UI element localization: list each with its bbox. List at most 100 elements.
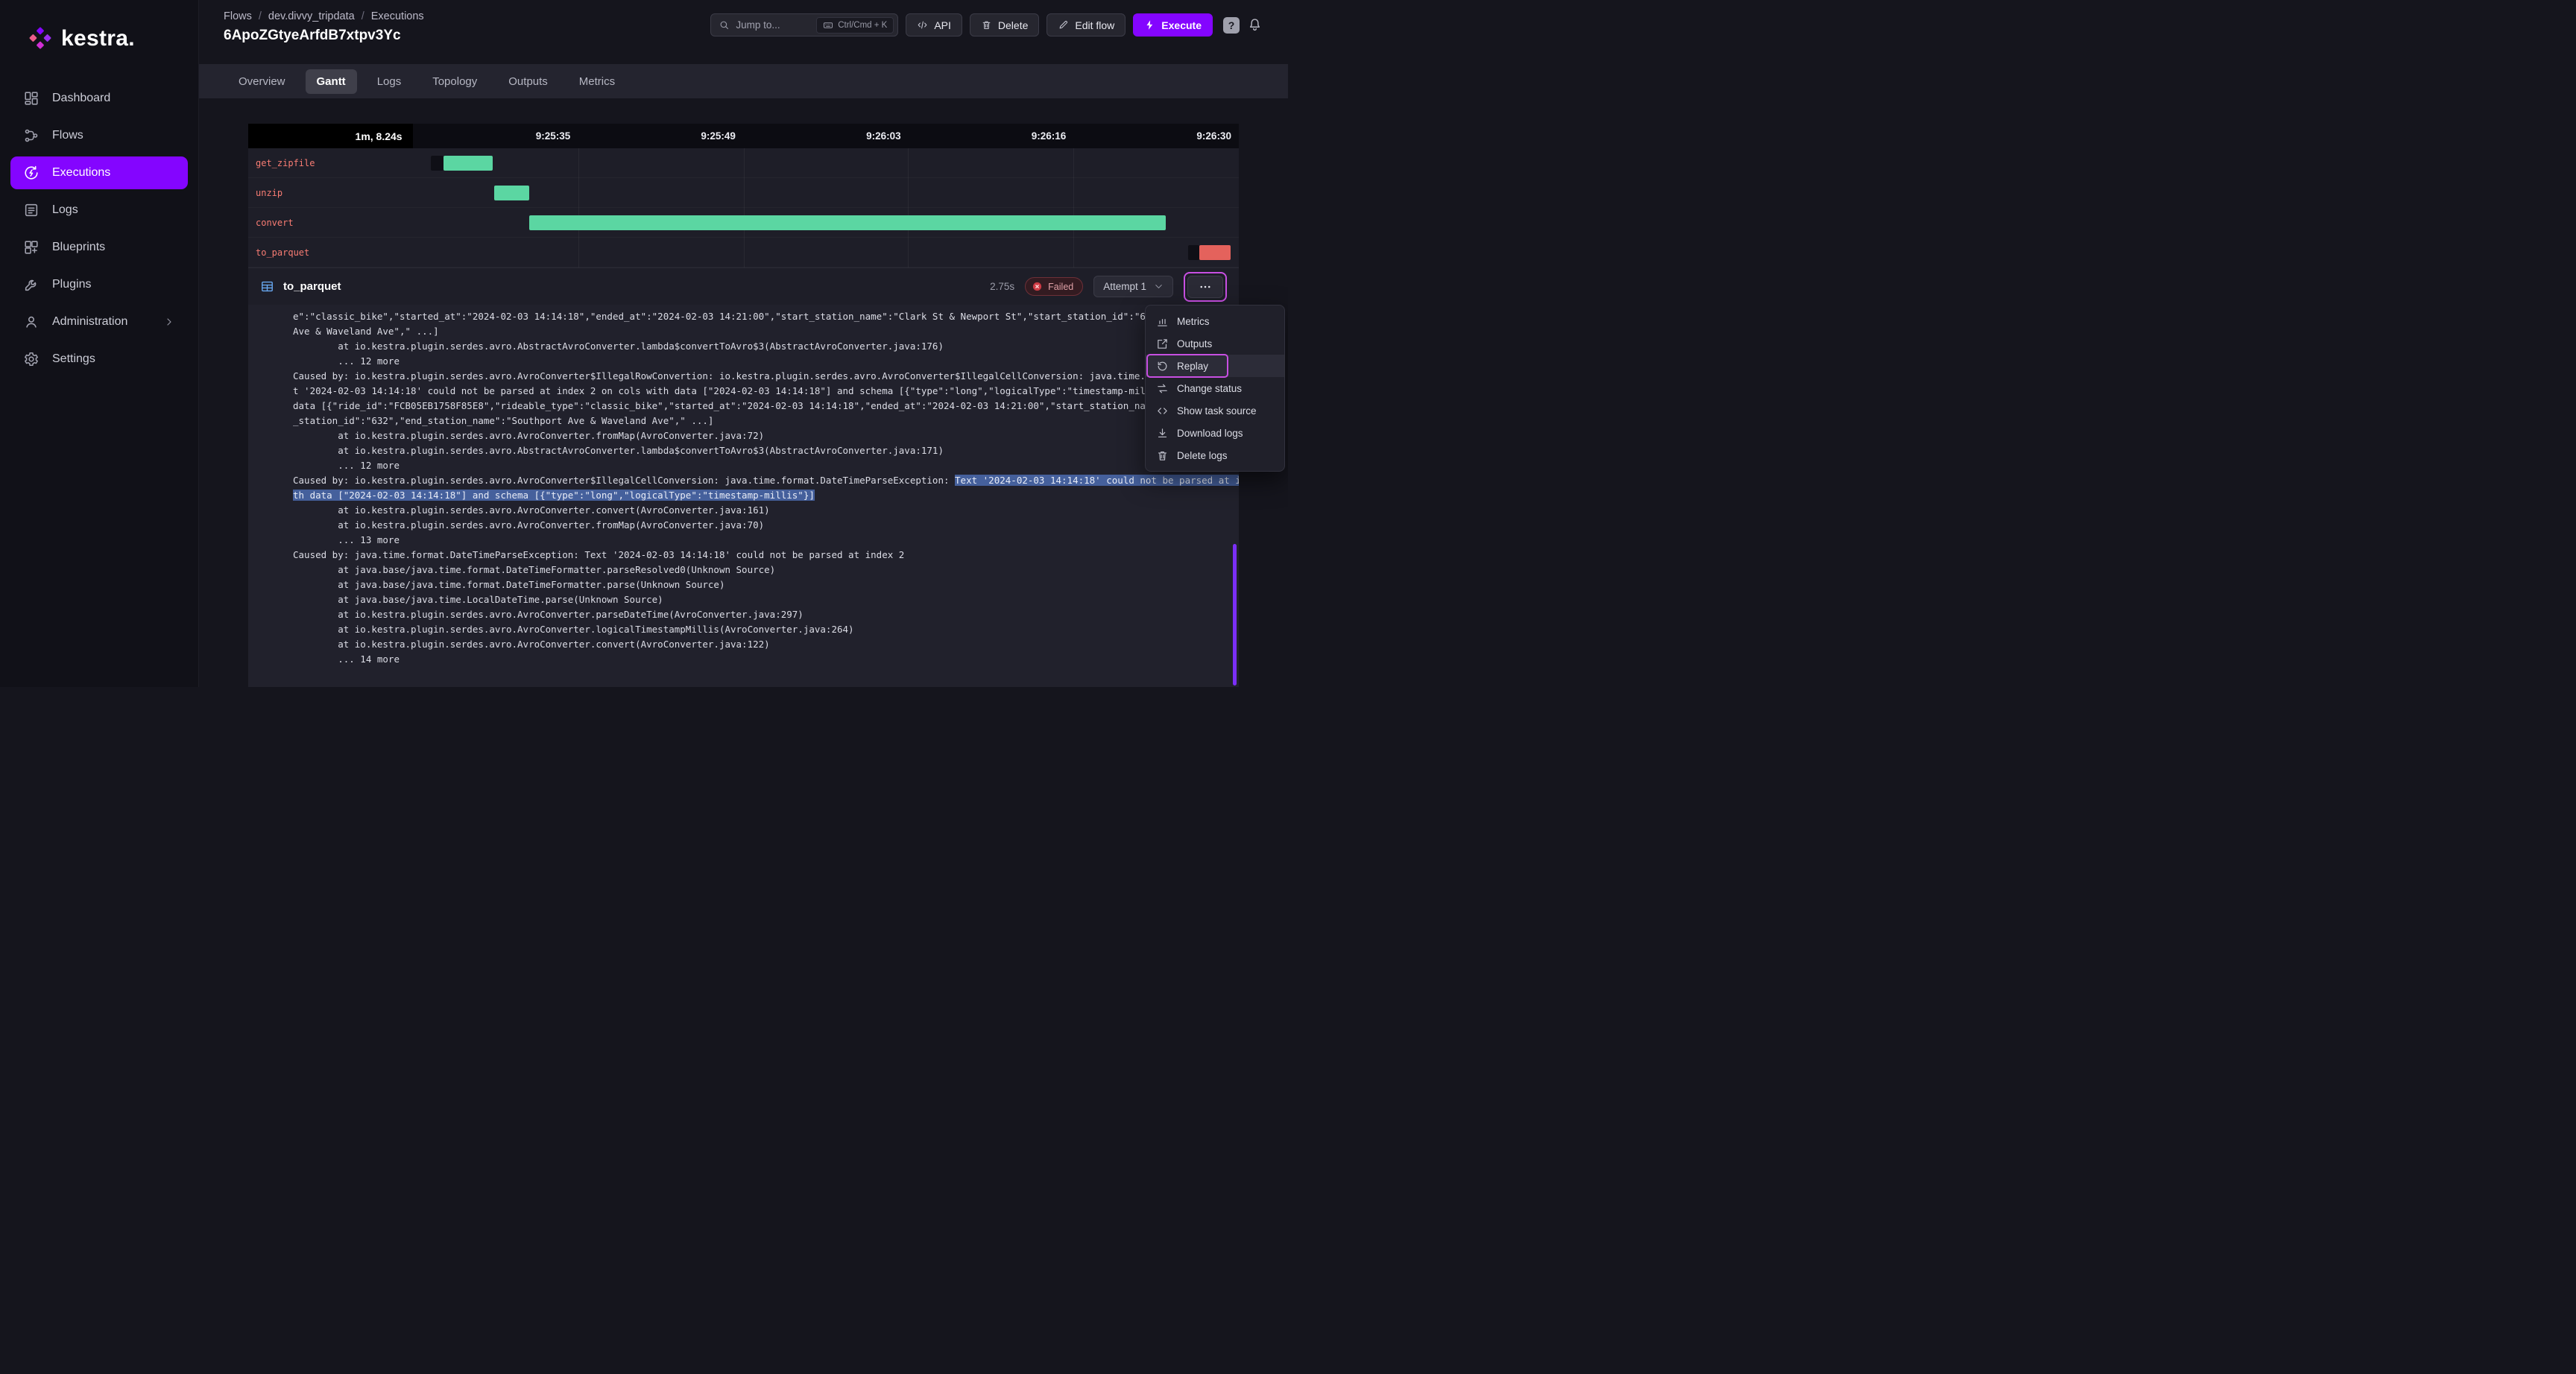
search-icon <box>719 19 730 31</box>
execute-button[interactable]: Execute <box>1133 13 1213 37</box>
log-line: at io.kestra.plugin.serdes.avro.AvroConv… <box>248 428 1239 443</box>
gantt-duration-label: 1m, 8.24s <box>248 124 413 148</box>
code-icon <box>1156 405 1169 417</box>
timeline-tick: 9:25:49 <box>578 124 743 148</box>
help-button[interactable]: ? <box>1223 17 1240 34</box>
api-button[interactable]: API <box>906 13 962 37</box>
menu-item-replay[interactable]: Replay <box>1146 355 1284 377</box>
tab-logs[interactable]: Logs <box>366 69 413 94</box>
gantt-row-convert[interactable]: convert <box>248 208 1239 238</box>
breadcrumb-separator: / <box>259 10 262 22</box>
bolt-icon <box>1144 19 1155 31</box>
sidebar-item-executions[interactable]: Executions <box>10 156 188 189</box>
topbar: Flows / dev.divvy_tripdata / Executions 6Apo… <box>199 0 1288 64</box>
gantt-row-unzip[interactable]: unzip <box>248 178 1239 208</box>
menu-item-metrics[interactable]: Metrics <box>1146 310 1284 332</box>
sidebar-item-label: Executions <box>52 166 110 180</box>
administration-icon <box>23 314 40 330</box>
log-line: Caused by: io.kestra.plugin.serdes.avro.… <box>248 473 1239 488</box>
sidebar-item-administration[interactable]: Administration <box>10 305 188 338</box>
gantt-bar-green[interactable] <box>443 156 493 171</box>
tab-gantt[interactable]: Gantt <box>306 69 357 94</box>
executions-icon <box>23 165 40 181</box>
annotation-box-more <box>1184 272 1227 302</box>
plugins-icon <box>23 276 40 293</box>
log-line: at io.kestra.plugin.serdes.avro.Abstract… <box>248 443 1239 458</box>
log-line: Caused by: java.time.format.DateTimePars… <box>248 548 1239 563</box>
outputs-icon <box>1156 338 1169 350</box>
gantt-bar-dark[interactable] <box>431 156 443 171</box>
sidebar: kestra. Dashboard Flows Executions Logs Blue… <box>0 0 199 687</box>
log-line: e":"classic_bike","started_at":"2024-02-… <box>248 309 1239 324</box>
sidebar-item-plugins[interactable]: Plugins <box>10 268 188 301</box>
failed-icon <box>1032 281 1043 292</box>
menu-item-outputs[interactable]: Outputs <box>1146 332 1284 355</box>
blueprints-icon <box>23 239 40 256</box>
logo[interactable]: kestra. <box>0 0 198 77</box>
kestra-logo-icon <box>28 27 52 51</box>
api-icon <box>917 19 928 31</box>
attempt-dropdown[interactable]: Attempt 1 <box>1093 276 1173 297</box>
menu-item-show-task-source[interactable]: Show task source <box>1146 399 1284 422</box>
timeline-tick: 9:26:30 <box>1073 124 1239 148</box>
sidebar-item-settings[interactable]: Settings <box>10 343 188 376</box>
log-line: ... 12 more <box>248 354 1239 369</box>
logo-text: kestra. <box>61 26 135 51</box>
task-name: to_parquet <box>283 280 341 293</box>
gantt-row-get-zipfile[interactable]: get_zipfile <box>248 148 1239 178</box>
tab-overview[interactable]: Overview <box>227 69 297 94</box>
breadcrumb-item-executions[interactable]: Executions <box>371 10 424 22</box>
sidebar-item-label: Administration <box>52 315 127 329</box>
jump-to-search[interactable]: Ctrl/Cmd + K <box>710 13 898 37</box>
status-badge: Failed <box>1025 277 1083 296</box>
gantt-timeline-header: 1m, 8.24s 9:25:359:25:499:26:039:26:169:… <box>248 124 1239 148</box>
search-input[interactable] <box>736 19 810 31</box>
breadcrumb-item-dev-divvy-tripdata[interactable]: dev.divvy_tripdata <box>268 10 355 22</box>
sidebar-item-flows[interactable]: Flows <box>10 119 188 152</box>
metrics-icon <box>1156 315 1169 328</box>
tab-outputs[interactable]: Outputs <box>497 69 559 94</box>
log-panel[interactable]: e":"classic_bike","started_at":"2024-02-… <box>248 305 1239 687</box>
log-line: at java.base/java.time.format.DateTimeFo… <box>248 563 1239 577</box>
menu-item-label: Change status <box>1177 383 1242 394</box>
tab-metrics[interactable]: Metrics <box>568 69 626 94</box>
menu-item-delete-logs[interactable]: Delete logs <box>1146 444 1284 466</box>
edit-flow-button[interactable]: Edit flow <box>1046 13 1126 37</box>
delete-button[interactable]: Delete <box>970 13 1039 37</box>
tab-topology[interactable]: Topology <box>421 69 488 94</box>
sidebar-item-logs[interactable]: Logs <box>10 194 188 227</box>
flows-icon <box>23 127 40 144</box>
gantt-row-to-parquet[interactable]: to_parquet <box>248 238 1239 267</box>
sidebar-item-label: Plugins <box>52 278 91 291</box>
trash-icon <box>981 19 992 31</box>
gantt-bar-green[interactable] <box>529 215 1165 230</box>
menu-item-label: Download logs <box>1177 428 1243 439</box>
change-status-icon <box>1156 382 1169 395</box>
dashboard-icon <box>23 90 40 107</box>
menu-item-change-status[interactable]: Change status <box>1146 377 1284 399</box>
sidebar-item-label: Settings <box>52 352 95 366</box>
log-line: _station_id":"632","end_station_name":"S… <box>248 414 1239 428</box>
task-more-button[interactable] <box>1187 276 1223 298</box>
menu-item-download-logs[interactable]: Download logs <box>1146 422 1284 444</box>
log-scrollbar[interactable] <box>1233 544 1237 686</box>
timeline-tick: 9:26:03 <box>743 124 909 148</box>
gantt-bar-dark[interactable] <box>1188 245 1199 260</box>
sidebar-item-dashboard[interactable]: Dashboard <box>10 82 188 115</box>
download-icon <box>1156 427 1169 440</box>
log-line: at io.kestra.plugin.serdes.avro.AvroConv… <box>248 518 1239 533</box>
page-title: 6ApoZGtyeArfdB7xtpv3Yc <box>224 28 424 44</box>
pencil-icon <box>1058 19 1069 31</box>
sidebar-item-label: Dashboard <box>52 92 110 105</box>
bell-icon[interactable] <box>1247 17 1263 33</box>
log-line: at io.kestra.plugin.serdes.avro.Abstract… <box>248 339 1239 354</box>
tabbar: Overview Gantt Logs Topology Outputs Metrics <box>199 64 1288 98</box>
log-line: at io.kestra.plugin.serdes.avro.AvroConv… <box>248 607 1239 622</box>
gantt-bar-green[interactable] <box>494 186 530 200</box>
sidebar-item-blueprints[interactable]: Blueprints <box>10 231 188 264</box>
breadcrumb-separator: / <box>362 10 364 22</box>
sidebar-item-label: Flows <box>52 129 83 142</box>
breadcrumb-item-flows[interactable]: Flows <box>224 10 252 22</box>
gantt-bar-red[interactable] <box>1199 245 1231 260</box>
menu-item-label: Show task source <box>1177 405 1257 417</box>
